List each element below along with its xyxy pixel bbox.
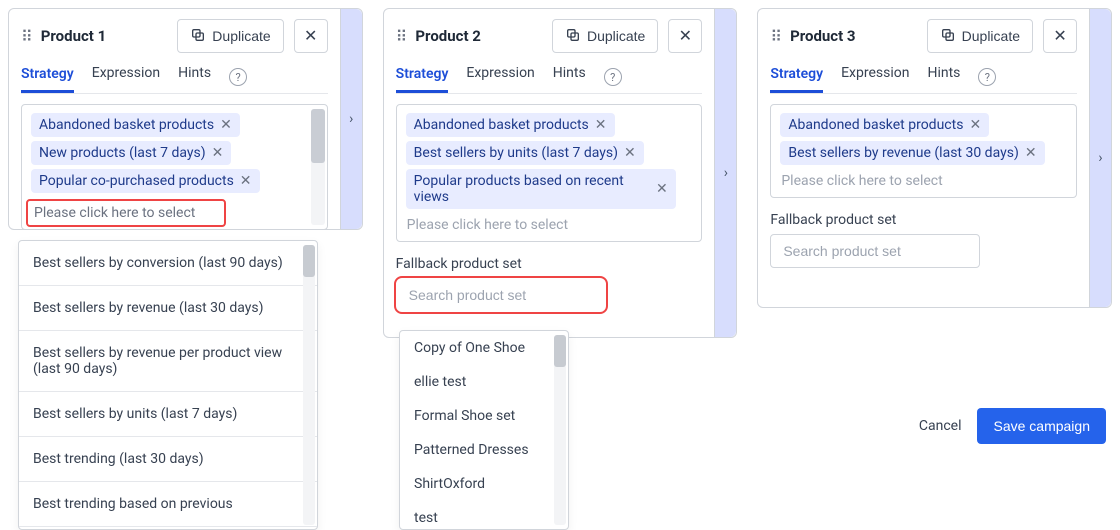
scrollbar-thumb[interactable] — [554, 335, 566, 367]
scrollbar-thumb[interactable] — [303, 245, 315, 277]
strategy-select-placeholder[interactable]: Please click here to select — [26, 199, 226, 227]
tab-strategy[interactable]: Strategy — [770, 66, 823, 93]
fallback-search-input[interactable] — [396, 278, 606, 312]
card-expand-handle[interactable]: › — [340, 9, 362, 229]
cancel-button[interactable]: Cancel — [919, 418, 962, 434]
close-icon: ✕ — [1053, 26, 1066, 46]
pill-remove-icon[interactable]: ✕ — [969, 117, 981, 133]
close-icon: ✕ — [679, 26, 692, 46]
dropdown-option[interactable]: Best sellers by revenue (last 30 days) — [19, 286, 317, 331]
strategy-select[interactable]: Abandoned basket products ✕ Best sellers… — [396, 104, 703, 242]
card-title: Product 1 — [41, 27, 168, 45]
duplicate-button[interactable]: Duplicate — [552, 19, 658, 53]
fallback-search-input[interactable] — [770, 234, 980, 268]
dropdown-option[interactable]: test — [400, 501, 568, 530]
strategy-pill-label: Abandoned basket products — [414, 117, 589, 133]
tab-expression[interactable]: Expression — [92, 65, 160, 89]
pill-remove-icon[interactable]: ✕ — [595, 117, 607, 133]
strategy-select-placeholder[interactable]: Please click here to select — [777, 167, 1070, 191]
drag-handle-icon[interactable]: ⠿ — [770, 27, 780, 46]
close-button[interactable]: ✕ — [1043, 19, 1077, 53]
card-expand-handle[interactable]: › — [1089, 9, 1111, 307]
fallback-search-input-field[interactable] — [781, 242, 969, 260]
duplicate-button[interactable]: Duplicate — [927, 19, 1033, 53]
strategy-pill: Best sellers by revenue (last 30 days) ✕ — [780, 141, 1044, 165]
pill-remove-icon[interactable]: ✕ — [212, 145, 224, 161]
dropdown-option[interactable]: ShirtOxford — [400, 467, 568, 501]
tab-strategy[interactable]: Strategy — [21, 66, 74, 93]
scrollbar-track — [303, 245, 315, 525]
duplicate-icon — [565, 27, 581, 46]
drag-handle-icon[interactable]: ⠿ — [396, 27, 406, 46]
dropdown-option[interactable]: ellie test — [400, 365, 568, 399]
product-card-2: ⠿ Product 2 Duplicate ✕ Strategy Express… — [383, 8, 738, 338]
chevron-right-icon: › — [1098, 150, 1102, 166]
chevron-right-icon: › — [724, 165, 728, 181]
strategy-dropdown: Best sellers by conversion (last 90 days… — [18, 240, 318, 530]
tab-expression[interactable]: Expression — [841, 65, 909, 89]
pill-remove-icon[interactable]: ✕ — [1025, 145, 1037, 161]
card-title: Product 2 — [415, 27, 542, 45]
duplicate-button-label: Duplicate — [587, 28, 645, 44]
dropdown-option[interactable]: Best sellers by units (last 7 days) — [19, 392, 317, 437]
close-button[interactable]: ✕ — [668, 19, 702, 53]
duplicate-button-label: Duplicate — [212, 28, 270, 44]
save-campaign-button[interactable]: Save campaign — [977, 408, 1106, 444]
strategy-pill: Popular co-purchased products ✕ — [31, 169, 260, 193]
strategy-pill: Popular products based on recent views ✕ — [406, 169, 676, 209]
strategy-pill-label: Best sellers by revenue (last 30 days) — [788, 145, 1018, 161]
card-title: Product 3 — [790, 27, 917, 45]
card-expand-handle[interactable]: › — [714, 9, 736, 337]
duplicate-button-label: Duplicate — [962, 28, 1020, 44]
dropdown-option[interactable]: Best trending (last 30 days) — [19, 437, 317, 482]
fallback-dropdown: Copy of One Shoe ellie test Formal Shoe … — [399, 330, 569, 530]
dropdown-option[interactable]: Best sellers by revenue per product view… — [19, 331, 317, 392]
strategy-select[interactable]: Abandoned basket products ✕ New products… — [21, 104, 328, 230]
tab-hints[interactable]: Hints — [178, 65, 211, 89]
tab-hints[interactable]: Hints — [553, 65, 586, 89]
tab-strategy[interactable]: Strategy — [396, 66, 449, 93]
strategy-pill: New products (last 7 days) ✕ — [31, 141, 231, 165]
pill-remove-icon[interactable]: ✕ — [624, 145, 636, 161]
strategy-select[interactable]: Abandoned basket products ✕ Best sellers… — [770, 104, 1077, 198]
help-icon[interactable]: ? — [978, 68, 996, 86]
drag-handle-icon[interactable]: ⠿ — [21, 27, 31, 46]
strategy-pill: Abandoned basket products ✕ — [780, 113, 989, 137]
strategy-pill-label: Abandoned basket products — [39, 117, 214, 133]
close-icon: ✕ — [304, 26, 317, 46]
scrollbar-thumb[interactable] — [311, 109, 325, 163]
product-card-1: ⠿ Product 1 Duplicate ✕ Strategy Express… — [8, 8, 363, 230]
footer-actions: Cancel Save campaign — [919, 408, 1106, 444]
strategy-pill-label: Popular products based on recent views — [414, 173, 650, 205]
pill-remove-icon[interactable]: ✕ — [240, 173, 252, 189]
fallback-search-input-field[interactable] — [407, 286, 595, 304]
strategy-pill-label: New products (last 7 days) — [39, 145, 206, 161]
product-card-3: ⠿ Product 3 Duplicate ✕ Strategy Express… — [757, 8, 1112, 308]
dropdown-option[interactable]: Copy of One Shoe — [400, 331, 568, 365]
tab-hints[interactable]: Hints — [927, 65, 960, 89]
close-button[interactable]: ✕ — [294, 19, 328, 53]
strategy-pill-label: Best sellers by units (last 7 days) — [414, 145, 618, 161]
strategy-pill: Best sellers by units (last 7 days) ✕ — [406, 141, 644, 165]
strategy-select-placeholder[interactable]: Please click here to select — [403, 211, 696, 235]
chevron-right-icon: › — [349, 111, 353, 127]
pill-remove-icon[interactable]: ✕ — [656, 181, 668, 197]
strategy-pill-label: Abandoned basket products — [788, 117, 963, 133]
duplicate-icon — [190, 27, 206, 46]
dropdown-option[interactable]: Patterned Dresses — [400, 433, 568, 467]
fallback-label: Fallback product set — [396, 256, 703, 272]
pill-remove-icon[interactable]: ✕ — [220, 117, 232, 133]
dropdown-option[interactable]: Best trending based on previous — [19, 482, 317, 527]
dropdown-option[interactable]: Best sellers by conversion (last 90 days… — [19, 241, 317, 286]
strategy-pill-label: Popular co-purchased products — [39, 173, 234, 189]
duplicate-icon — [940, 27, 956, 46]
dropdown-option[interactable]: Formal Shoe set — [400, 399, 568, 433]
strategy-pill: Abandoned basket products ✕ — [406, 113, 615, 137]
help-icon[interactable]: ? — [604, 68, 622, 86]
strategy-pill: Abandoned basket products ✕ — [31, 113, 240, 137]
help-icon[interactable]: ? — [229, 68, 247, 86]
tab-expression[interactable]: Expression — [466, 65, 534, 89]
fallback-label: Fallback product set — [770, 212, 1077, 228]
duplicate-button[interactable]: Duplicate — [177, 19, 283, 53]
